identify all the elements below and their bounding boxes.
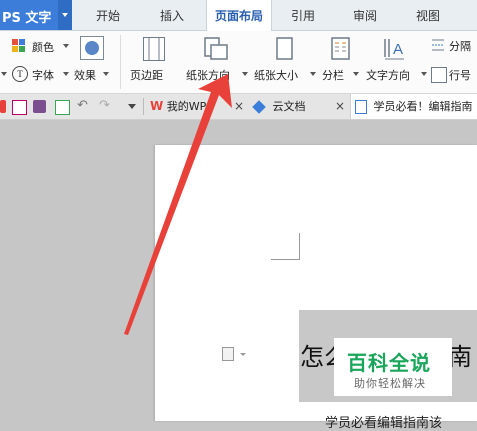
columns-button[interactable]: 分栏 [320, 33, 360, 89]
quick-access-icon[interactable] [0, 100, 6, 113]
menu-tab-bar: PS 文字 开始 插入 页面布局 引用 审阅 视图 [0, 0, 477, 31]
app-menu-button[interactable]: PS 文字 [0, 0, 72, 30]
doc-tab-my-wps[interactable]: W 我的WPS [150, 94, 242, 119]
chevron-down-icon [103, 72, 109, 76]
chevron-down-icon [353, 72, 359, 76]
text-direction-icon: A [382, 37, 408, 61]
page-orientation-icon [204, 37, 228, 61]
document-body-text[interactable]: 学员必看编辑指南该 [325, 412, 442, 431]
font-t-icon: T [12, 66, 28, 82]
page-margins-icon [143, 37, 165, 61]
quick-access-dropdown-icon[interactable] [128, 104, 136, 109]
print-preview-icon[interactable] [55, 100, 70, 115]
page-background-button[interactable] [80, 36, 104, 60]
undo-icon[interactable]: ↶ [77, 98, 88, 113]
cloud-docs-icon [252, 100, 266, 114]
tab-view[interactable]: 视图 [405, 0, 451, 30]
theme-fonts-button[interactable]: T 字体 [12, 64, 70, 84]
tab-references[interactable]: 引用 [280, 0, 326, 30]
breaks-label: 分隔 [449, 40, 471, 53]
theme-effects-label: 效果 [74, 69, 96, 82]
paper-size-label: 纸张大小 [254, 69, 298, 82]
columns-icon [330, 37, 352, 61]
chevron-down-icon [63, 72, 69, 76]
ribbon-divider [120, 35, 121, 89]
tab-insert[interactable]: 插入 [146, 0, 198, 30]
circle-swatch-icon [85, 41, 99, 55]
line-numbers-button[interactable]: 行号 [431, 64, 477, 84]
margin-corner-mark [271, 233, 300, 260]
watermark-overlay: 百科全说 助你轻松解决 [334, 338, 452, 396]
app-title: PS 文字 [2, 11, 52, 26]
text-direction-label: 文字方向 [366, 69, 410, 82]
chevron-down-icon [242, 72, 248, 76]
text-direction-button[interactable]: A 文字方向 [364, 33, 427, 89]
chevron-down-icon [421, 72, 427, 76]
theme-effects-button[interactable]: 效果 [74, 64, 114, 84]
app-menu-dropdown-icon[interactable] [58, 0, 72, 30]
new-document-icon[interactable] [12, 100, 27, 115]
margins-button[interactable]: 页边距 [127, 33, 179, 89]
document-tab-bar: ↶ ↷ W 我的WPS × 云文档 × 学员必看！编辑指南 [0, 94, 477, 120]
wps-logo-icon: W [150, 99, 164, 113]
line-numbers-label: 行号 [449, 69, 471, 82]
doc-tab-active-label: 学员必看！编辑指南 [373, 100, 473, 113]
theme-fonts-label: 字体 [32, 69, 54, 82]
line-numbers-icon [431, 67, 447, 83]
paper-size-button[interactable]: 纸张大小 [252, 33, 316, 89]
redo-icon[interactable]: ↷ [99, 98, 110, 113]
tab-page-layout[interactable]: 页面布局 [206, 0, 272, 31]
tab-home[interactable]: 开始 [84, 0, 132, 30]
doc-tab-cloud-label: 云文档 [272, 100, 306, 113]
tab-divider [143, 98, 144, 115]
document-icon [355, 100, 367, 114]
color-palette-icon [12, 39, 25, 52]
chevron-down-icon[interactable] [240, 353, 246, 356]
paper-size-icon [274, 37, 296, 61]
watermark-subtitle: 助你轻松解决 [354, 377, 426, 390]
chevron-down-icon [63, 44, 69, 48]
theme-colors-button[interactable]: 颜色 [12, 36, 72, 56]
orientation-label: 纸张方向 [186, 69, 230, 82]
watermark-title: 百科全说 [347, 351, 431, 375]
close-icon[interactable]: × [234, 99, 244, 113]
doc-tab-active[interactable]: 学员必看！编辑指南 [350, 94, 477, 119]
page-options-icon[interactable] [222, 347, 234, 361]
doc-tab-my-wps-label: 我的WPS [166, 100, 214, 113]
columns-label: 分栏 [322, 69, 344, 82]
orientation-button[interactable]: 纸张方向 [184, 33, 248, 89]
breaks-button[interactable]: 分隔 [431, 35, 477, 55]
ribbon-toolbar: 颜色 T 字体 效果 页边距 纸张方向 纸张大小 分栏 A 文字方向 分隔 行号 [0, 31, 477, 94]
page-break-icon [431, 38, 445, 52]
theme-colors-label: 颜色 [32, 41, 54, 54]
chevron-down-icon[interactable] [1, 72, 7, 76]
margins-label: 页边距 [130, 69, 163, 82]
print-icon[interactable] [33, 100, 46, 113]
doc-tab-cloud[interactable]: 云文档 [252, 94, 333, 119]
close-icon[interactable]: × [335, 99, 345, 113]
chevron-down-icon [310, 72, 316, 76]
tab-review[interactable]: 审阅 [342, 0, 388, 30]
svg-text:A: A [393, 41, 403, 58]
